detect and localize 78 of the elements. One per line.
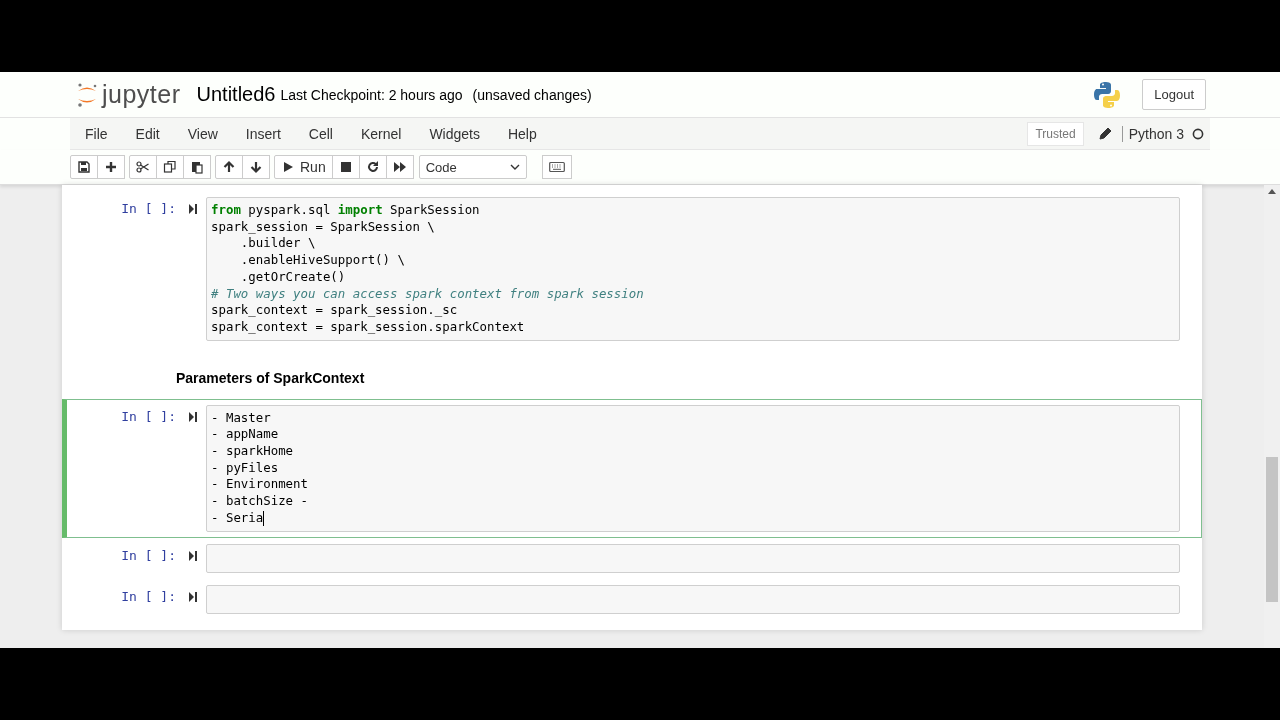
cell-type-dropdown[interactable]: Code [418,155,527,179]
menu-item[interactable]: Insert [245,125,281,142]
code-line: spark_session = SparkSession \ [211,218,435,236]
code-line: - appName [211,426,279,444]
code-line: # Two ways you can access spark context from spark session [211,285,644,303]
code-line: - Environment [211,476,308,494]
code-line: - pyFiles [211,459,279,477]
keyboard-icon [548,161,565,173]
kernel-idle-icon [1192,127,1204,140]
jupyter-logo-icon [76,81,98,108]
chevron-down-icon [509,164,520,170]
code-line: .enableHiveSupport() \ [239,252,405,269]
arrow-down-icon [249,160,263,174]
scissors-icon [136,160,150,174]
code-input[interactable] [206,584,1180,614]
scissors-button[interactable] [129,155,157,179]
code-line: spark_context = spark_session.sparkContext [211,318,525,336]
run-cell-icon[interactable] [188,410,198,423]
input-prompt: In [ ]: [120,546,177,563]
text-cursor [263,510,265,526]
code-line: - Seria [211,509,264,527]
trusted-indicator[interactable]: Trusted [1027,121,1084,146]
markdown-cell[interactable]: Parameters of SparkContext [62,346,1202,399]
fast-forward-icon [392,160,407,174]
code-cell[interactable]: In [ ]: [62,578,1202,620]
code-input[interactable]: - Master - appName - sparkHome - pyFiles - Environment - batchSize - - Seria [206,404,1180,532]
save-button[interactable] [70,155,98,179]
code-cell[interactable]: In [ ]: - Master - appName - sparkHome - pyFiles - Environment - batchSize - - Seria [62,398,1202,538]
stop-button[interactable] [331,155,360,179]
restart-icon [365,160,380,174]
code-line: - batchSize - [211,493,308,510]
run-button[interactable]: Run [274,155,333,179]
notebook-name[interactable]: Untitled6 [196,83,276,106]
code-cell[interactable]: In [ ]: [62,537,1202,579]
plus-icon [104,160,118,174]
run-cell-icon[interactable] [188,203,198,215]
python-logo-icon [1092,79,1123,110]
menu-item[interactable]: File [85,125,108,142]
logout-button[interactable]: Logout [1142,79,1206,110]
kernel-name[interactable]: Python 3 [1121,125,1184,142]
menu-item[interactable]: Edit [135,125,160,142]
autosave-status: (unsaved changes) [472,86,592,103]
menu-item[interactable]: Kernel [360,125,402,142]
run-cell-icon[interactable] [188,549,198,562]
clipboard-icon [190,160,204,174]
stop-icon [338,160,353,174]
pencil-icon[interactable] [1097,126,1112,141]
copy-button[interactable] [156,155,184,179]
code-line: .builder \ [239,235,316,253]
markdown-heading: Parameters of SparkContext [176,369,365,386]
keyboard-button[interactable] [541,155,572,179]
fast-forward-button[interactable] [385,155,414,179]
save-icon [77,160,91,174]
plus-button[interactable] [97,155,125,179]
play-icon [281,160,295,174]
code-line: - sparkHome [211,443,294,460]
run-cell-icon[interactable] [188,590,198,603]
input-prompt: In [ ]: [120,407,177,424]
copy-icon [163,160,177,174]
arrow-up-button[interactable] [215,155,243,179]
menu-item[interactable]: Help [507,125,537,142]
logo-text: jupyter [102,80,181,109]
menu-item[interactable]: Cell [308,125,333,142]
clipboard-button[interactable] [183,155,211,179]
menu-item[interactable]: View [187,125,218,142]
code-line: from pyspark.sql import SparkSession [211,202,480,219]
code-line: .getOrCreate() [239,268,346,286]
arrow-up-icon [222,160,236,174]
input-prompt: In [ ]: [120,587,177,604]
code-line: spark_context = spark_session._sc [211,302,458,319]
input-prompt: In [ ]: [120,200,177,216]
menu-item[interactable]: Widgets [429,125,480,142]
arrow-down-button[interactable] [242,155,270,179]
restart-button[interactable] [358,155,387,179]
code-input[interactable] [206,543,1180,573]
code-line: - Master [211,409,271,427]
checkpoint-status: Last Checkpoint: 2 hours ago [280,86,463,103]
code-input[interactable] [206,197,1180,341]
